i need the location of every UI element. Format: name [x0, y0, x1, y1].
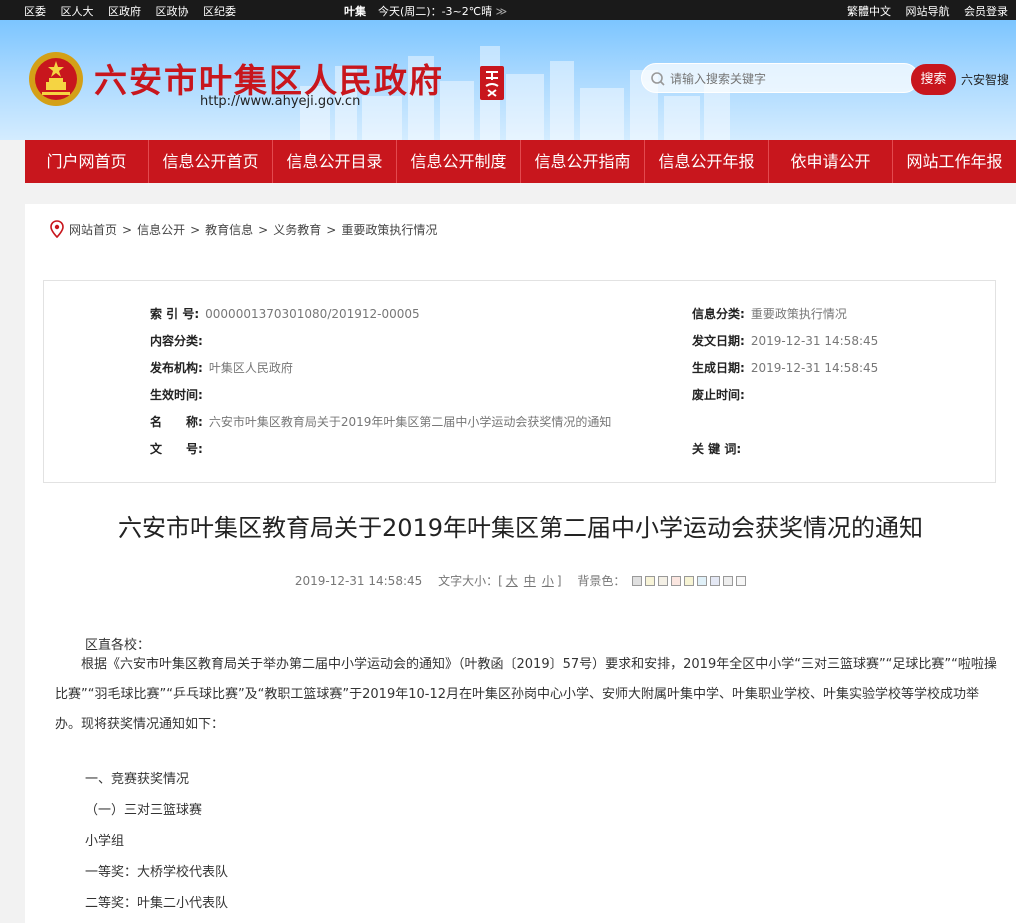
info-issue-date: 发文日期: 2019-12-31 14:58:45 — [692, 334, 879, 348]
bg-color-swatch-3[interactable] — [658, 576, 669, 586]
weather-text: 今天(周二)：-3~2℃晴 — [378, 5, 493, 18]
nav-request-disclosure[interactable]: 依申请公开 — [769, 140, 893, 183]
paragraph-intro: 根据《六安市叶集区教育局关于举办第二届中小学运动会的通知》（叶教函〔2019〕5… — [55, 657, 997, 732]
paragraph-second-prize: 二等奖：叶集二小代表队 — [85, 896, 229, 911]
document-info-panel: 索 引 号: 0000001370301080/201912-00005 信息分类… — [43, 280, 996, 483]
font-size-small[interactable]: 小 — [542, 574, 554, 588]
search-button[interactable]: 搜索 — [911, 64, 956, 95]
breadcrumb-compulsory-education[interactable]: 义务教育 — [273, 223, 321, 237]
paragraph-first-prize: 一等奖：大桥学校代表队 — [85, 865, 229, 880]
paragraph-section-1: 一、竞赛获奖情况 — [85, 772, 190, 787]
info-created-date: 生成日期: 2019-12-31 14:58:45 — [692, 361, 879, 375]
breadcrumb-policy-execution[interactable]: 重要政策执行情况 — [341, 223, 437, 237]
top-link-district-committee[interactable]: 区委 — [24, 5, 46, 18]
bg-color-swatch-4[interactable] — [671, 576, 682, 586]
article-date: 2019-12-31 14:58:45 — [294, 574, 423, 588]
nav-info-home[interactable]: 信息公开首页 — [149, 140, 273, 183]
main-content: 网站首页 > 信息公开 > 教育信息 > 义务教育 > 重要政策执行情况 索 引 号: 00000… — [25, 204, 1016, 923]
bg-color-swatch-6[interactable] — [697, 576, 708, 586]
search-box — [641, 63, 919, 93]
search-input[interactable] — [670, 69, 910, 89]
paragraph-subsection-1: （一）三对三篮球赛 — [85, 803, 203, 818]
site-nav-link[interactable]: 网站导航 — [906, 5, 950, 18]
info-keywords: 关 键 词: — [692, 442, 742, 456]
top-link-government[interactable]: 区政府 — [108, 5, 141, 18]
info-category: 信息分类: 重要政策执行情况 — [692, 307, 847, 321]
nav-portal-home[interactable]: 门户网首页 — [25, 140, 149, 183]
info-expire-time: 废止时间: — [692, 388, 745, 402]
bg-color-swatch-8[interactable] — [723, 576, 734, 586]
font-size-medium[interactable]: 中 — [524, 574, 536, 588]
bg-color-swatches — [629, 574, 747, 588]
top-link-cppcc[interactable]: 区政协 — [156, 5, 189, 18]
nav-info-guide[interactable]: 信息公开指南 — [521, 140, 645, 183]
bg-color-label: 背景色： — [577, 574, 626, 588]
info-name: 名 称: 六安市叶集区教育局关于2019年叶集区第二届中小学运动会获奖情况的通知 — [150, 415, 612, 429]
breadcrumb-info-disclosure[interactable]: 信息公开 — [137, 223, 185, 237]
main-nav: 门户网首页 信息公开首页 信息公开目录 信息公开制度 信息公开指南 信息公开年报… — [25, 140, 1016, 183]
nav-site-annual-report[interactable]: 网站工作年报 — [893, 140, 1016, 183]
weather-arrow-icon: ≫ — [495, 5, 508, 18]
info-doc-number: 文 号: — [150, 442, 203, 456]
top-link-npc[interactable]: 区人大 — [61, 5, 94, 18]
nav-info-policy[interactable]: 信息公开制度 — [397, 140, 521, 183]
top-right-links: 繁體中文 网站导航 会员登录 — [836, 3, 1008, 19]
paragraph-group-primary: 小学组 — [85, 834, 125, 849]
weather-widget[interactable]: 叶集 今天(周二)：-3~2℃晴 ≫ — [344, 3, 507, 19]
bg-color-swatch-1[interactable] — [632, 576, 643, 586]
font-size-label: 文字大小：[ — [438, 574, 503, 588]
bg-color-swatch-7[interactable] — [710, 576, 721, 586]
bg-color-swatch-9[interactable] — [736, 576, 747, 586]
top-link-discipline[interactable]: 区纪委 — [203, 5, 236, 18]
location-pin-icon — [50, 220, 64, 238]
top-bar: 区委 区人大 区政府 区政协 区纪委 叶集 今天(周二)：-3~2℃晴 ≫ 繁體中… — [0, 0, 1016, 20]
site-header: 六安市叶集区人民政府 http://www.ahyeji.gov.cn 搜索 六… — [0, 20, 1016, 140]
calligraphy-seal-icon — [480, 66, 504, 100]
member-login-link[interactable]: 会员登录 — [964, 5, 1008, 18]
font-size-large[interactable]: 大 — [506, 574, 518, 588]
font-size-close: ] — [556, 574, 562, 588]
breadcrumb-education[interactable]: 教育信息 — [205, 223, 253, 237]
search-icon — [651, 72, 665, 86]
weather-city: 叶集 — [344, 5, 366, 18]
info-publisher: 发布机构: 叶集区人民政府 — [150, 361, 293, 375]
bg-color-swatch-5[interactable] — [684, 576, 695, 586]
smart-search-link[interactable]: 六安智搜 — [961, 71, 1009, 88]
bg-color-swatch-2[interactable] — [645, 576, 656, 586]
traditional-chinese-link[interactable]: 繁體中文 — [847, 5, 891, 18]
info-index: 索 引 号: 0000001370301080/201912-00005 — [150, 307, 420, 321]
top-links: 区委 区人大 区政府 区政协 区纪委 — [24, 3, 247, 19]
nav-info-annual-report[interactable]: 信息公开年报 — [645, 140, 769, 183]
breadcrumb-home[interactable]: 网站首页 — [69, 223, 117, 237]
info-effective-time: 生效时间: — [150, 388, 203, 402]
site-url: http://www.ahyeji.gov.cn — [200, 94, 361, 109]
article-meta: 2019-12-31 14:58:45 文字大小：[大中小] 背景色： — [25, 572, 1016, 589]
info-content-type: 内容分类: — [150, 334, 203, 348]
national-emblem-icon — [29, 52, 83, 106]
article-title: 六安市叶集区教育局关于2019年叶集区第二届中小学运动会获奖情况的通知 — [117, 514, 924, 542]
nav-info-catalog[interactable]: 信息公开目录 — [273, 140, 397, 183]
